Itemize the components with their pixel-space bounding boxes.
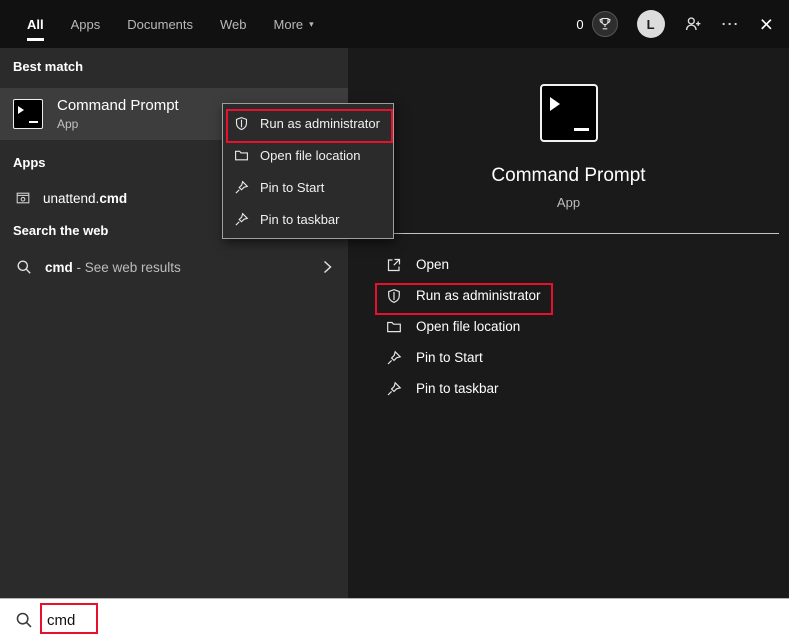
- rewards-button[interactable]: 0: [576, 11, 618, 37]
- pin-icon: [386, 350, 402, 366]
- rewards-trophy-icon: [591, 11, 618, 37]
- search-the-web-header: Search the web: [13, 223, 109, 238]
- web-result-text: cmd - See web results: [45, 259, 181, 275]
- avatar[interactable]: L: [636, 10, 665, 38]
- divider: [358, 233, 779, 234]
- people-icon[interactable]: [684, 15, 702, 33]
- search-icon: [15, 611, 33, 629]
- action-label: Pin to taskbar: [416, 381, 499, 396]
- tab-documents-label: Documents: [127, 16, 194, 32]
- best-match-texts: Command Prompt App: [57, 97, 179, 131]
- file-name: unattend.cmd: [43, 190, 128, 206]
- chevron-right-icon[interactable]: [319, 259, 335, 275]
- result-subtitle: App: [57, 117, 79, 131]
- tab-all[interactable]: All: [27, 0, 44, 48]
- tab-web[interactable]: Web: [220, 0, 247, 48]
- cmd-file-icon: [15, 190, 31, 206]
- apps-header: Apps: [13, 155, 46, 170]
- search-topbar: All Apps Documents Web More ▾ 0 L ⋯ ×: [0, 0, 789, 48]
- action-label: Open file location: [416, 319, 521, 334]
- tab-apps-label: Apps: [70, 16, 101, 32]
- tab-documents[interactable]: Documents: [127, 0, 193, 48]
- more-options-icon[interactable]: ⋯: [721, 0, 741, 48]
- topbar-actions: 0 L ⋯ ×: [576, 0, 773, 48]
- preview-action-open[interactable]: Open: [348, 249, 789, 280]
- search-icon: [16, 259, 32, 275]
- command-prompt-icon-large: [539, 84, 598, 142]
- admin-shield-icon: [234, 116, 249, 131]
- rewards-count: 0: [576, 16, 584, 32]
- tab-web-label: Web: [220, 16, 247, 32]
- preview-actions: Open Run as administrator Open file loca…: [348, 249, 789, 404]
- pin-icon: [234, 212, 249, 227]
- folder-icon: [386, 319, 402, 335]
- close-icon[interactable]: ×: [760, 2, 773, 46]
- tab-more[interactable]: More ▾: [274, 0, 314, 48]
- command-prompt-icon: [13, 99, 43, 129]
- preview-action-open-file-location[interactable]: Open file location: [348, 311, 789, 342]
- tab-all-label: All: [27, 16, 44, 32]
- preview-title: Command Prompt: [491, 165, 646, 186]
- admin-shield-icon: [386, 288, 402, 304]
- tab-more-label: More: [273, 16, 304, 32]
- context-menu-pin-to-start[interactable]: Pin to Start: [223, 171, 393, 203]
- avatar-letter: L: [646, 16, 655, 32]
- best-match-header: Best match: [13, 59, 84, 74]
- action-label: Pin to Start: [416, 350, 483, 365]
- pin-icon: [386, 381, 402, 397]
- menu-item-label: Pin to Start: [260, 179, 325, 195]
- context-menu-pin-to-taskbar[interactable]: Pin to taskbar: [223, 203, 393, 235]
- web-search-result[interactable]: cmd - See web results: [0, 249, 348, 285]
- tab-apps[interactable]: Apps: [71, 0, 101, 48]
- preview-action-run-as-administrator[interactable]: Run as administrator: [348, 280, 789, 311]
- search-bar: [0, 598, 789, 641]
- menu-item-label: Open file location: [260, 147, 361, 163]
- result-title: Command Prompt: [57, 97, 179, 114]
- search-input[interactable]: [47, 611, 367, 629]
- chevron-down-icon: ▾: [309, 18, 314, 29]
- context-menu-run-as-administrator[interactable]: Run as administrator: [223, 107, 393, 139]
- action-label: Run as administrator: [416, 288, 541, 303]
- preview-subtitle: App: [556, 195, 581, 210]
- context-menu-open-file-location[interactable]: Open file location: [223, 139, 393, 171]
- preview-panel: Command Prompt App Open Run as administr…: [348, 48, 789, 598]
- folder-icon: [234, 148, 249, 163]
- open-icon: [386, 257, 402, 273]
- menu-item-label: Pin to taskbar: [260, 211, 340, 227]
- menu-item-label: Run as administrator: [260, 115, 380, 131]
- preview-action-pin-to-taskbar[interactable]: Pin to taskbar: [348, 373, 789, 404]
- filter-tabs: All Apps Documents Web More ▾: [27, 0, 314, 48]
- action-label: Open: [416, 257, 450, 272]
- preview-action-pin-to-start[interactable]: Pin to Start: [348, 342, 789, 373]
- context-menu: Run as administrator Open file location …: [222, 103, 394, 239]
- pin-icon: [234, 180, 249, 195]
- results-panel: Best match Command Prompt App Apps unatt…: [0, 48, 394, 598]
